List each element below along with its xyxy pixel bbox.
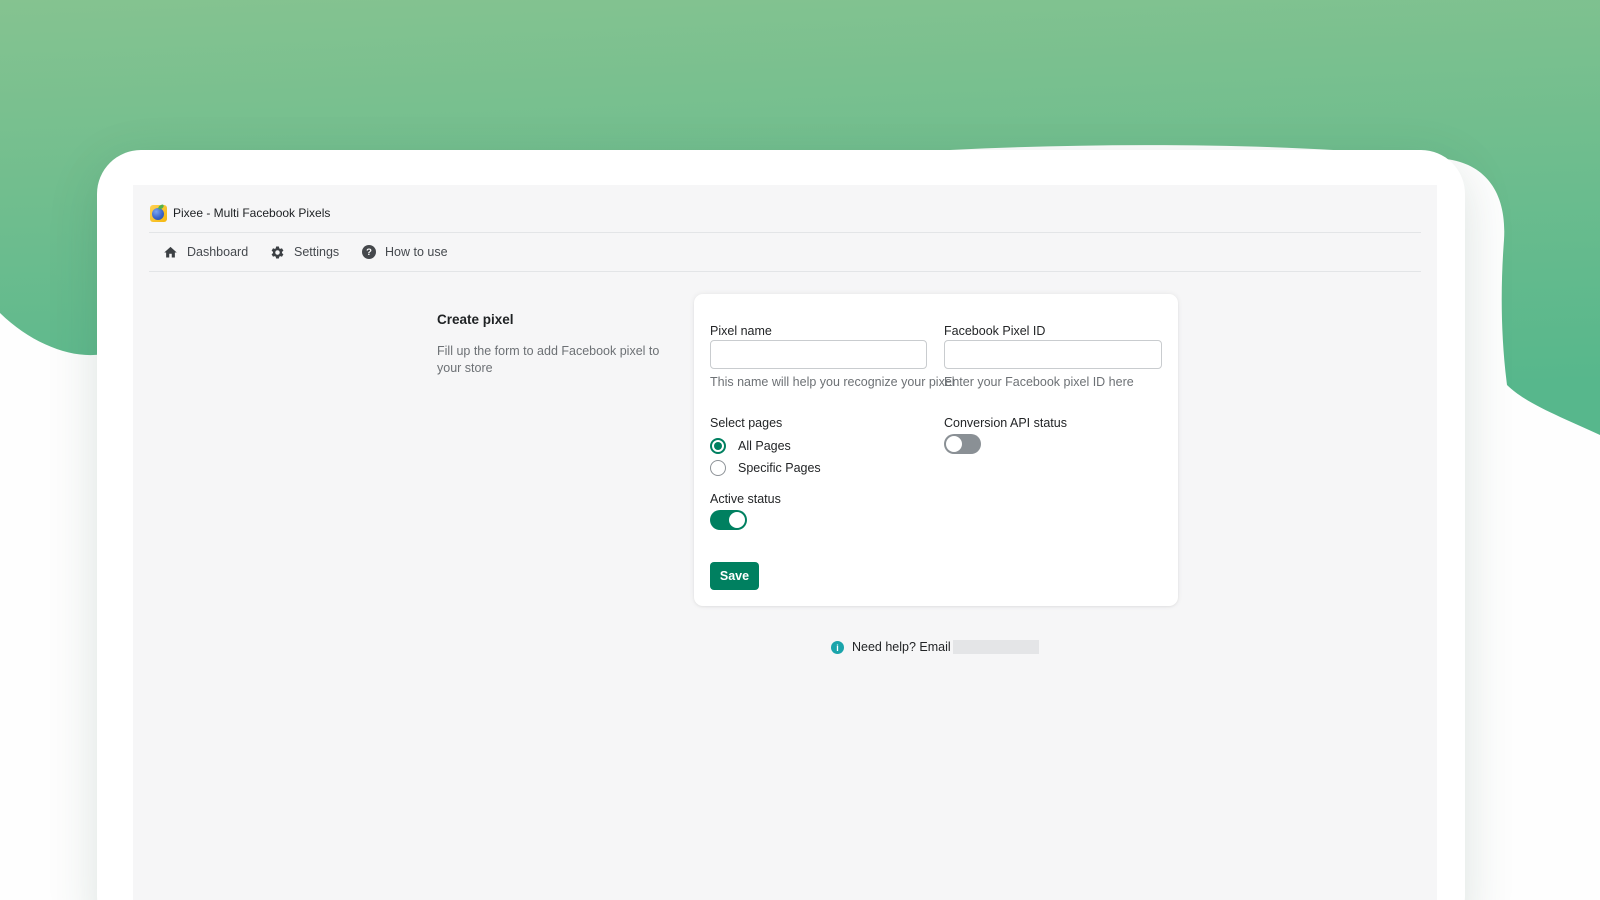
header-divider xyxy=(149,232,1421,233)
pixel-name-input[interactable] xyxy=(710,340,927,369)
nav-item-how-to-use[interactable]: ? How to use xyxy=(362,233,448,271)
active-status-label: Active status xyxy=(710,492,781,506)
radio-all-pages[interactable]: All Pages xyxy=(710,438,791,454)
save-button[interactable]: Save xyxy=(710,562,759,590)
gear-icon xyxy=(271,246,284,258)
radio-label: All Pages xyxy=(738,439,791,453)
app-window-card: Pixee - Multi Facebook Pixels Dashboard … xyxy=(97,150,1465,900)
facebook-pixel-id-help: Enter your Facebook pixel ID here xyxy=(944,375,1134,389)
conversion-api-status-label: Conversion API status xyxy=(944,416,1067,430)
app-surface: Pixee - Multi Facebook Pixels Dashboard … xyxy=(133,185,1437,900)
home-icon xyxy=(164,246,177,257)
page: Pixee - Multi Facebook Pixels Dashboard … xyxy=(0,0,1600,900)
create-pixel-form-card: Pixel name This name will help you recog… xyxy=(694,294,1178,606)
radio-icon[interactable] xyxy=(710,460,726,476)
active-status-toggle[interactable] xyxy=(710,510,747,530)
berry-icon xyxy=(152,208,164,220)
facebook-pixel-id-input[interactable] xyxy=(944,340,1162,369)
nav-item-label: Dashboard xyxy=(187,245,249,259)
help-circle-icon: ? xyxy=(362,245,376,259)
radio-specific-pages[interactable]: Specific Pages xyxy=(710,460,821,476)
conversion-api-toggle[interactable] xyxy=(944,434,981,454)
radio-icon[interactable] xyxy=(710,438,726,454)
pixel-name-label: Pixel name xyxy=(710,324,772,338)
facebook-pixel-id-label: Facebook Pixel ID xyxy=(944,324,1046,338)
app-title: Pixee - Multi Facebook Pixels xyxy=(173,206,331,220)
redacted-email xyxy=(953,640,1039,654)
radio-label: Specific Pages xyxy=(738,461,821,475)
need-help-text: Need help? Email us xyxy=(852,640,968,654)
section-title: Create pixel xyxy=(437,312,514,327)
leaf-icon xyxy=(157,204,165,210)
section-description: Fill up the form to add Facebook pixel t… xyxy=(437,344,660,375)
pixel-name-help: This name will help you recognize your p… xyxy=(710,375,955,389)
nav-item-label: Settings xyxy=(294,245,340,259)
nav-item-label: How to use xyxy=(385,245,448,259)
app-logo-icon xyxy=(150,204,167,222)
nav-item-settings[interactable]: Settings xyxy=(270,233,339,271)
nav-item-dashboard[interactable]: Dashboard xyxy=(163,233,248,271)
select-pages-label: Select pages xyxy=(710,416,783,430)
info-icon: i xyxy=(831,641,844,654)
nav-divider xyxy=(149,271,1421,272)
